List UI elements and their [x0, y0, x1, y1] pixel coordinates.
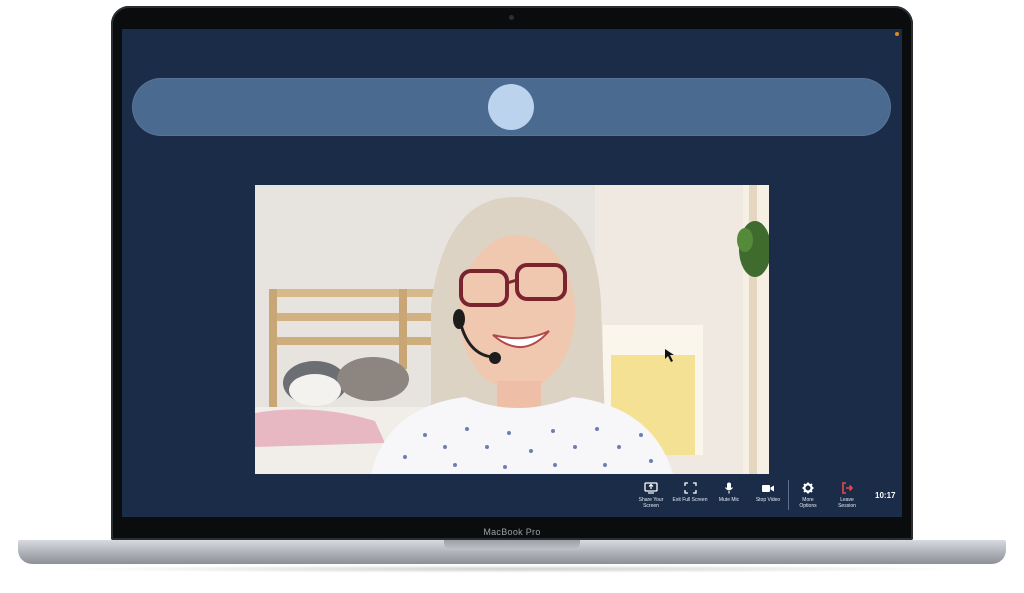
participant-strip: [132, 78, 891, 136]
participant-avatar[interactable]: [488, 84, 534, 130]
laptop-shadow: [60, 565, 964, 573]
stop-video-label: Stop Video: [755, 497, 781, 503]
remote-video-feed: [255, 185, 769, 474]
more-options-label: More Options: [799, 497, 817, 509]
share-screen-button[interactable]: Share Your Screen: [631, 482, 671, 509]
leave-session-button[interactable]: Leave Session: [827, 482, 867, 509]
laptop-model-label: MacBook Pro: [483, 527, 541, 537]
exit-fullscreen-label: Exit Full Screen: [672, 497, 708, 503]
leave-icon: [842, 482, 853, 494]
leave-session-label: Leave Session: [838, 497, 856, 509]
video-session-screen: Share Your Screen Exit Full Screen Mute …: [122, 29, 902, 517]
microphone-icon: [725, 482, 733, 494]
fullscreen-icon: [683, 482, 697, 494]
share-screen-label: Share Your Screen: [638, 497, 664, 509]
mute-mic-button[interactable]: Mute Mic: [709, 482, 749, 503]
exit-fullscreen-button[interactable]: Exit Full Screen: [670, 482, 710, 503]
video-frame-illustration: [255, 185, 769, 474]
gear-icon: [802, 482, 814, 494]
status-indicator: [895, 32, 899, 36]
laptop-base-notch: [444, 540, 580, 550]
webcam-icon: [509, 15, 514, 20]
session-toolbar: Share Your Screen Exit Full Screen Mute …: [122, 478, 902, 517]
video-camera-icon: [762, 485, 774, 492]
mute-mic-label: Mute Mic: [718, 497, 740, 503]
share-screen-icon: [644, 482, 658, 494]
stop-video-button[interactable]: Stop Video: [748, 482, 788, 503]
session-clock: 10:17: [875, 491, 896, 500]
more-options-button[interactable]: More Options: [788, 482, 828, 509]
